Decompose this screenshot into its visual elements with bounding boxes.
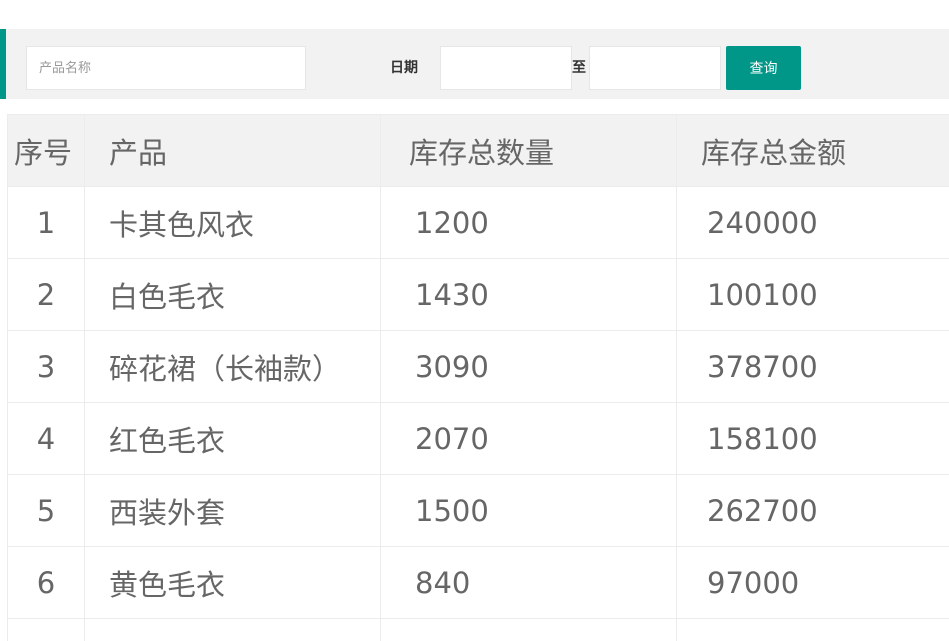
- inventory-table: 序号 产品 库存总数量 库存总金额 1 卡其色风衣 1200 240000 2 …: [7, 114, 949, 641]
- row-quantity: 1430: [380, 258, 677, 331]
- table-row: 1 卡其色风衣 1200 240000: [7, 186, 949, 259]
- row-quantity: 840: [380, 546, 677, 619]
- row-product: 红色毛衣: [84, 402, 381, 475]
- table-header-row: 序号 产品 库存总数量 库存总金额: [7, 114, 949, 187]
- date-range-separator: 至: [572, 60, 586, 76]
- row-index: 5: [7, 474, 85, 547]
- row-quantity: 1200: [380, 186, 677, 259]
- row-product: 碎花裙（长袖款）: [84, 330, 381, 403]
- table-row: 5 西装外套 1500 262700: [7, 474, 949, 547]
- row-quantity: 2070: [380, 402, 677, 475]
- row-index: 2: [7, 258, 85, 331]
- row-index: 6: [7, 546, 85, 619]
- table-row: 6 黄色毛衣 840 97000: [7, 546, 949, 619]
- query-button[interactable]: 查询: [726, 46, 801, 90]
- inventory-page: 日期 至 查询 序号 产品 库存总数量 库存总金额 1 卡其色风衣 1200 2…: [0, 0, 949, 641]
- row-quantity: 3090: [380, 330, 677, 403]
- row-amount: 158100: [676, 402, 949, 475]
- header-index: 序号: [7, 114, 85, 187]
- row-index: 1: [7, 186, 85, 259]
- header-product: 产品: [84, 114, 381, 187]
- row-product: 西装外套: [84, 474, 381, 547]
- product-name-input[interactable]: [26, 46, 306, 90]
- row-index: [7, 618, 85, 641]
- row-quantity: [380, 618, 677, 641]
- row-amount: 97000: [676, 546, 949, 619]
- row-product: 卡其色风衣: [84, 186, 381, 259]
- row-index: 4: [7, 402, 85, 475]
- date-start-input[interactable]: [440, 46, 572, 90]
- table-row: 4 红色毛衣 2070 158100: [7, 402, 949, 475]
- table-row: 3 碎花裙（长袖款） 3090 378700: [7, 330, 949, 403]
- header-amount: 库存总金额: [676, 114, 949, 187]
- row-product: 白色毛衣: [84, 258, 381, 331]
- date-label: 日期: [390, 60, 418, 76]
- date-end-input[interactable]: [589, 46, 721, 90]
- row-amount: 100100: [676, 258, 949, 331]
- row-quantity: 1500: [380, 474, 677, 547]
- row-index: 3: [7, 330, 85, 403]
- row-amount: 262700: [676, 474, 949, 547]
- header-quantity: 库存总数量: [380, 114, 677, 187]
- search-filter-bar: 日期 至 查询: [0, 29, 949, 99]
- row-amount: 240000: [676, 186, 949, 259]
- row-amount: 378700: [676, 330, 949, 403]
- row-product: 黄色毛衣: [84, 546, 381, 619]
- table-row: [7, 618, 949, 641]
- table-row: 2 白色毛衣 1430 100100: [7, 258, 949, 331]
- row-product: [84, 618, 381, 641]
- row-amount: [676, 618, 949, 641]
